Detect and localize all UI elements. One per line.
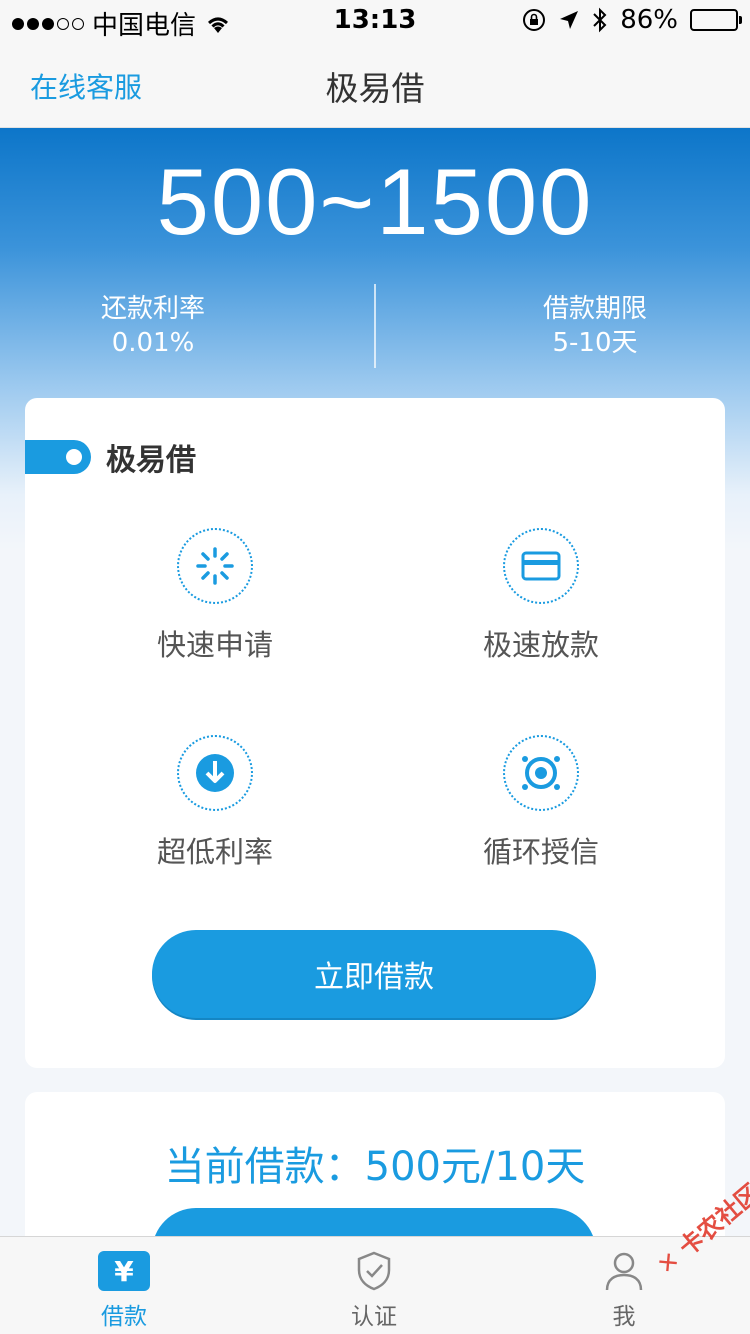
- feature-fast-disburse: 极速放款: [421, 528, 661, 664]
- bluetooth-icon: [593, 7, 607, 33]
- yen-icon: ¥: [98, 1251, 150, 1291]
- card-title: 极易借: [106, 443, 196, 478]
- feature-quick-apply: 快速申请: [95, 528, 335, 664]
- stat-divider: [374, 284, 376, 368]
- tab-label: 认证: [351, 1304, 397, 1330]
- stat-label: 借款期限: [542, 294, 647, 324]
- status-right: 86%: [522, 5, 742, 35]
- toggle-tag-icon: [25, 440, 91, 474]
- loading-icon: [177, 528, 253, 604]
- stat-value: 0.01%: [111, 328, 195, 358]
- tab-bar: ¥ 借款 认证 我: [0, 1236, 750, 1334]
- tab-certification[interactable]: 认证: [299, 1251, 449, 1331]
- shield-check-icon: [348, 1251, 400, 1291]
- current-loan-text: 当前借款：500元/10天: [164, 1144, 586, 1190]
- page-title: 极易借: [325, 69, 425, 108]
- down-arrow-icon: [177, 735, 253, 811]
- current-loan-card: 当前借款：500元/10天: [25, 1092, 725, 1252]
- product-card: 极易借 快速申请 极速放款 超低利率 循环授信 立即借款: [25, 398, 725, 1068]
- stat-label: 还款利率: [100, 294, 205, 324]
- feature-label: 超低利率: [156, 835, 273, 869]
- feature-low-rate: 超低利率: [95, 735, 335, 871]
- tab-loan[interactable]: ¥ 借款: [49, 1251, 199, 1331]
- feature-label: 极速放款: [482, 628, 599, 662]
- feature-label: 循环授信: [482, 835, 599, 869]
- location-icon: [560, 11, 579, 29]
- borrow-now-button[interactable]: 立即借款: [152, 930, 596, 1018]
- feature-label: 快速申请: [156, 628, 273, 662]
- battery-icon: [690, 9, 742, 31]
- person-icon: [598, 1251, 650, 1291]
- stat-value: 5-10天: [552, 328, 638, 358]
- loan-amount-range: 500~1500: [156, 149, 594, 254]
- status-bar: 中国电信 13:13 86%: [0, 0, 750, 41]
- stat-repay-rate: 还款利率 0.01%: [3, 292, 303, 360]
- stat-loan-term: 借款期限 5-10天: [445, 292, 745, 360]
- battery-percent: 86%: [620, 5, 678, 35]
- feature-revolving-credit: 循环授信: [421, 735, 661, 871]
- tab-label: 借款: [101, 1304, 147, 1330]
- cycle-icon: [503, 735, 579, 811]
- orientation-lock-icon: [523, 9, 546, 31]
- tab-label: 我: [612, 1304, 636, 1330]
- card-header: 极易借: [25, 440, 196, 478]
- card-icon: [503, 528, 579, 604]
- nav-bar: 在线客服 极易借: [0, 40, 750, 128]
